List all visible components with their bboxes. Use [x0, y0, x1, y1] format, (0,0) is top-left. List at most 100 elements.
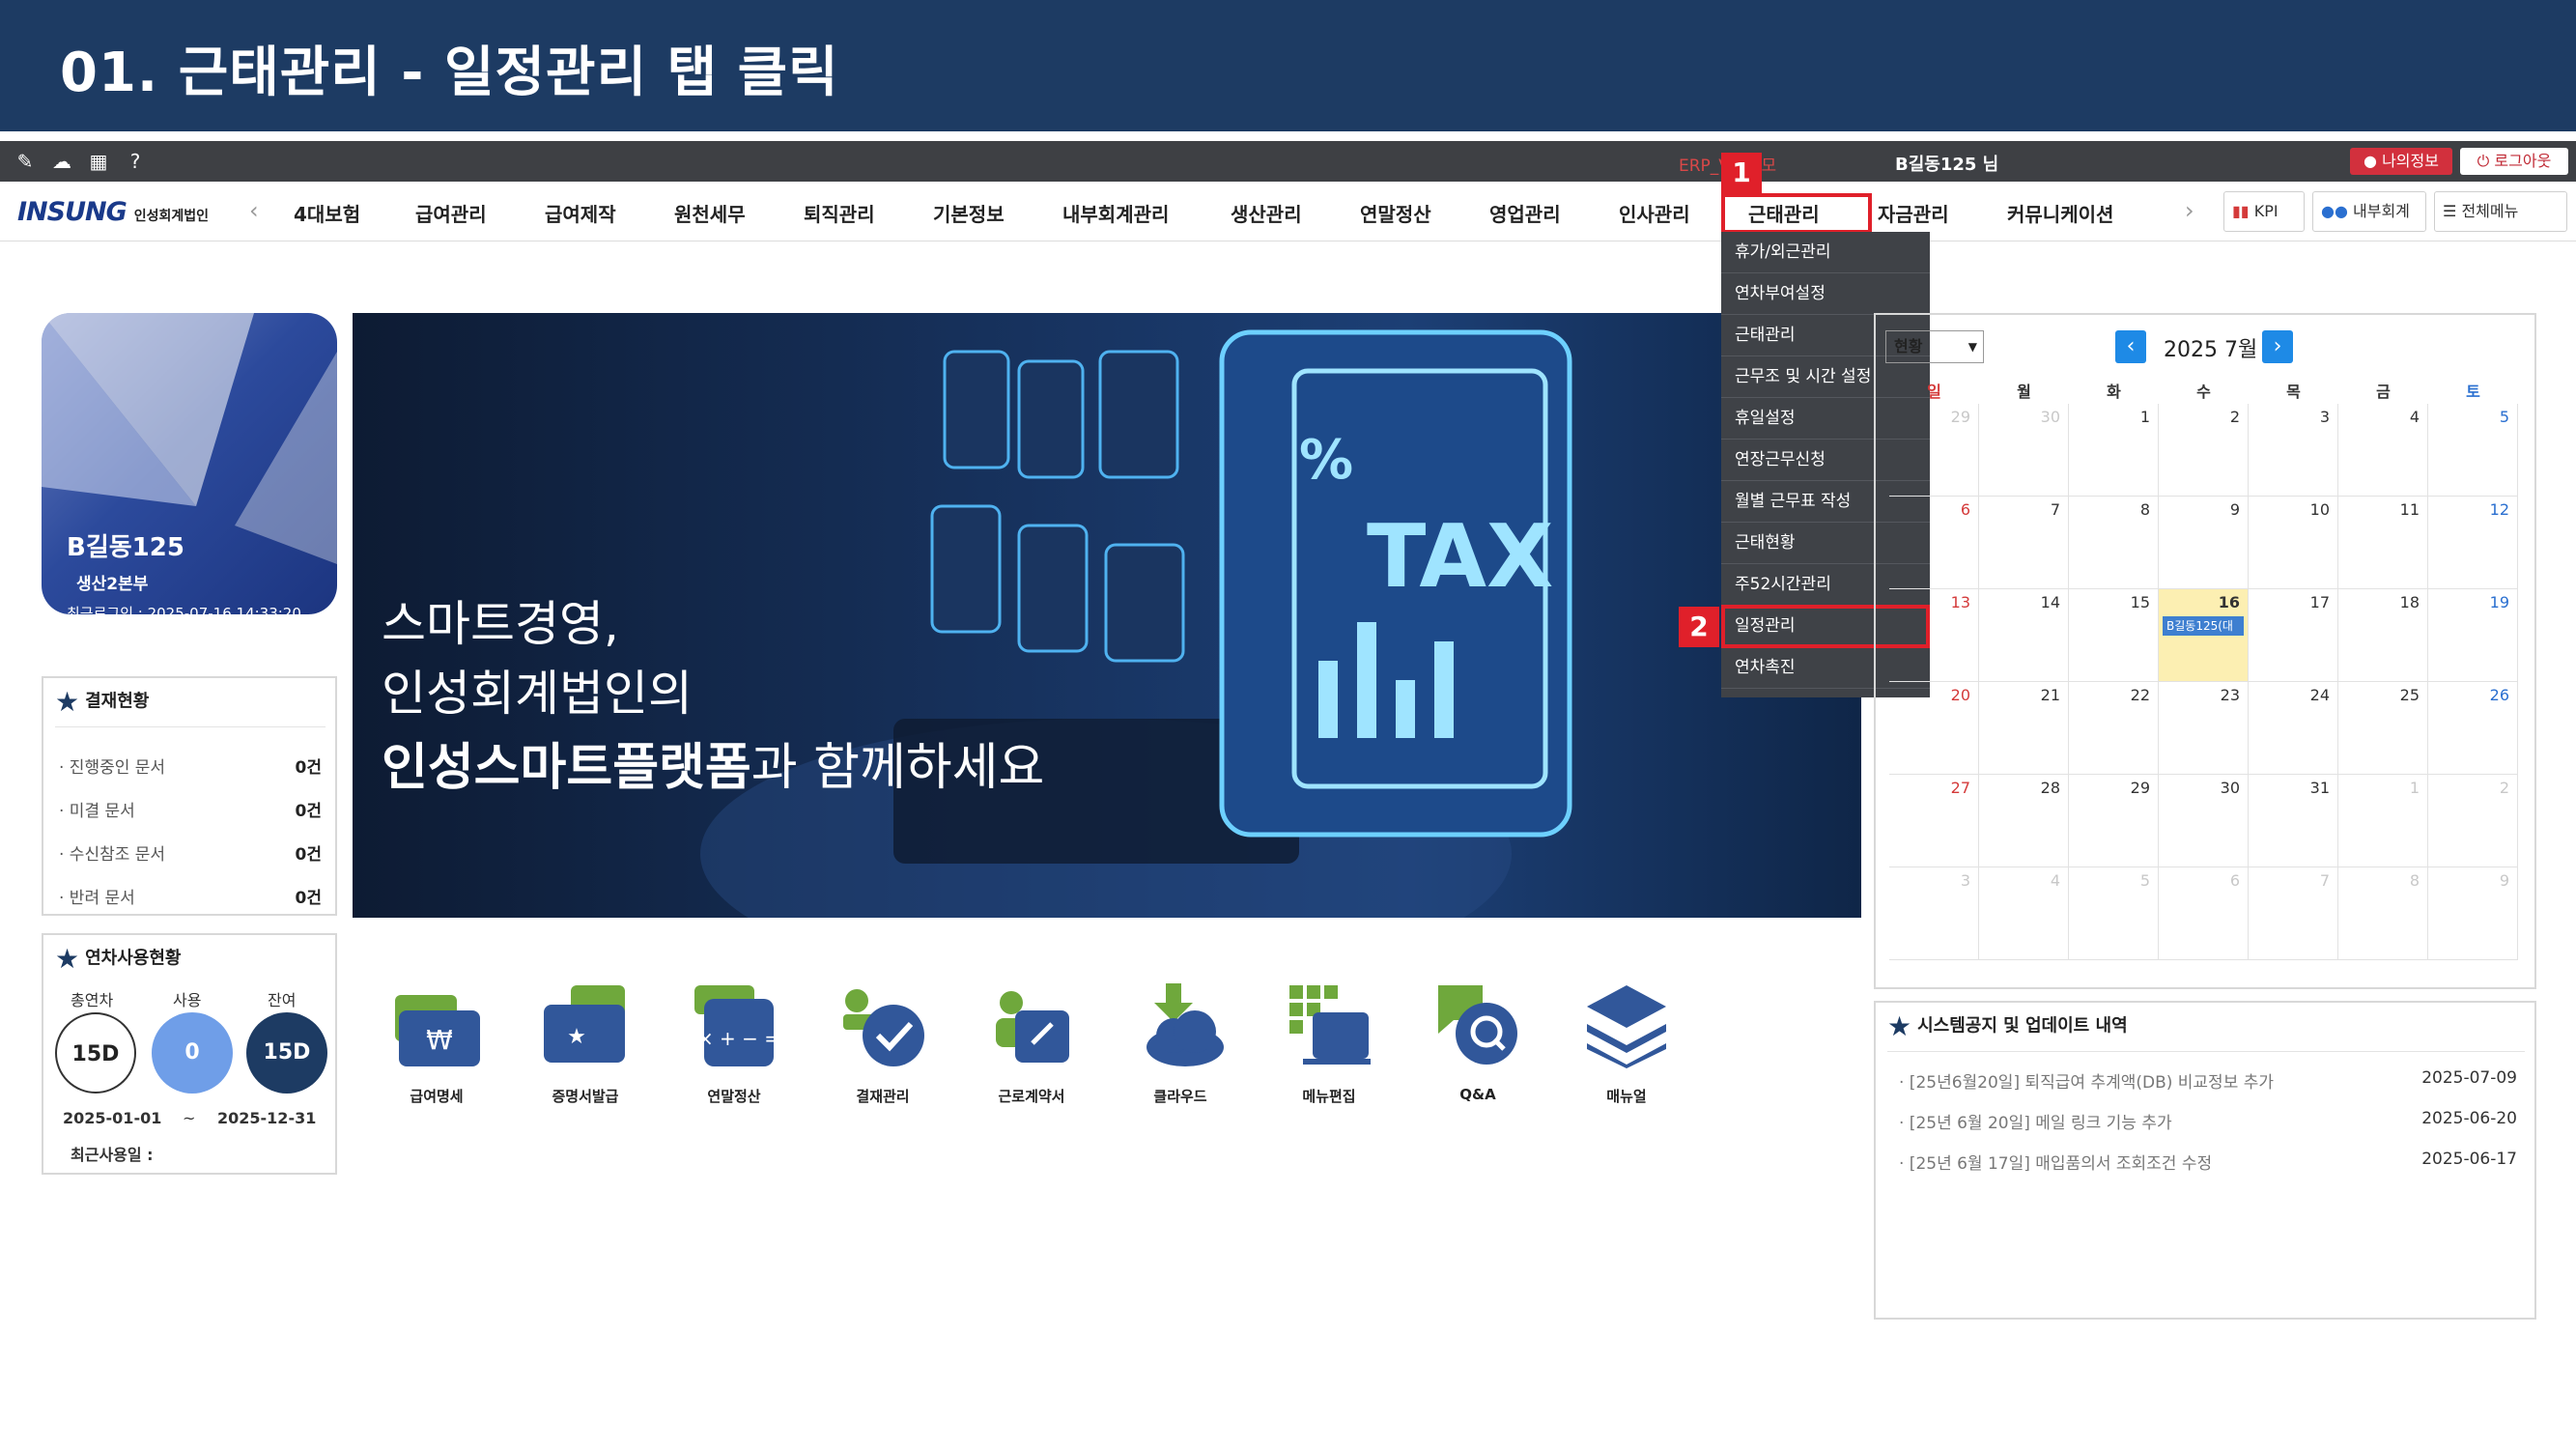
nav-item-payroll-manage[interactable]: 급여관리	[415, 199, 487, 227]
calendar-day[interactable]: 31	[2249, 775, 2338, 867]
calendar-day[interactable]: 29	[1889, 404, 1979, 497]
cloud-icon[interactable]: ☁	[50, 150, 73, 173]
nav-next-icon[interactable]: ›	[2185, 197, 2194, 224]
calendar-day[interactable]: 1	[2338, 775, 2428, 867]
quick-payslip[interactable]: ₩ 급여명세	[379, 981, 495, 1106]
calendar-day[interactable]: 25	[2338, 682, 2428, 775]
notice-row[interactable]: · [25년 6월 17일] 매입품의서 조회조건 수정 2025-06-17	[1899, 1150, 2517, 1174]
calendar-day[interactable]: 13	[1889, 589, 1979, 682]
calendar-day[interactable]: 10	[2249, 497, 2338, 589]
edit-icon[interactable]: ✎	[14, 150, 37, 173]
calendar-day[interactable]: 2	[2428, 775, 2518, 867]
kpi-button[interactable]: ▮▮ KPI	[2223, 191, 2305, 232]
quick-menu-edit[interactable]: 메뉴편집	[1271, 981, 1387, 1106]
company-logo[interactable]: INSUNG 인성회계법인	[17, 197, 209, 228]
nav-item-internal-accounting[interactable]: 내부회계관리	[1062, 199, 1169, 227]
notice-text: · [25년 6월 17일] 매입품의서 조회조건 수정	[1899, 1154, 2213, 1174]
calendar-day[interactable]: 2	[2159, 404, 2249, 497]
calendar-day[interactable]: 20	[1889, 682, 1979, 775]
calendar-day[interactable]: 29	[2069, 775, 2159, 867]
user-icon: ●	[2364, 152, 2383, 170]
calendar-day[interactable]: 3	[2249, 404, 2338, 497]
nav-item-communication[interactable]: 커뮤니케이션	[2007, 199, 2113, 227]
calendar-day[interactable]: 27	[1889, 775, 1979, 867]
quick-qna[interactable]: Q&A	[1420, 981, 1536, 1103]
calendar-day[interactable]: 19	[2428, 589, 2518, 682]
nav-item-4insurance[interactable]: 4대보험	[294, 199, 360, 227]
calendar-day[interactable]: 22	[2069, 682, 2159, 775]
nav-item-basic-info[interactable]: 기본정보	[933, 199, 1005, 227]
approval-row-undecided[interactable]: · 미결 문서 0건	[59, 797, 322, 821]
grid-icon[interactable]: ▦	[87, 150, 110, 173]
calendar-day[interactable]: 11	[2338, 497, 2428, 589]
notice-title-label: 시스템공지 및 업데이트 내역	[1917, 1015, 2128, 1037]
nav-item-sales[interactable]: 영업관리	[1489, 199, 1561, 227]
calendar-day[interactable]: 30	[1979, 404, 2069, 497]
my-info-label: 나의정보	[2382, 152, 2439, 170]
quick-certificate[interactable]: ★ 증명서발급	[527, 981, 643, 1106]
calendar-day[interactable]: 8	[2069, 497, 2159, 589]
calendar-day[interactable]: 7	[2249, 867, 2338, 960]
calendar-next-button[interactable]: ›	[2262, 330, 2293, 363]
calendar-dow: 토	[2466, 383, 2480, 401]
calendar-type-select[interactable]: 현황 ▼	[1885, 330, 1984, 363]
calendar-day[interactable]: 1	[2069, 404, 2159, 497]
calendar-day[interactable]: 18	[2338, 589, 2428, 682]
main-banner[interactable]: TAX % 스마트경영, 인성회계법인의 인성스마트플랫폼과 함께하세요	[353, 313, 1861, 918]
calendar-day[interactable]: 26	[2428, 682, 2518, 775]
all-menu-button[interactable]: ☰ 전체메뉴	[2434, 191, 2567, 232]
calendar-day[interactable]: 17	[2249, 589, 2338, 682]
quick-year-end[interactable]: × + − = 연말정산	[676, 981, 792, 1106]
calendar-day[interactable]: 7	[1979, 497, 2069, 589]
approval-row-rejected[interactable]: · 반려 문서 0건	[59, 884, 322, 908]
calendar-day[interactable]: 14	[1979, 589, 2069, 682]
internal-accounting-button[interactable]: ●● 내부회계	[2312, 191, 2426, 232]
calendar-day[interactable]: 16 B길동125(대	[2159, 589, 2249, 682]
nav-item-production[interactable]: 생산관리	[1231, 199, 1302, 227]
calendar-day[interactable]: 8	[2338, 867, 2428, 960]
my-info-button[interactable]: ● 나의정보	[2350, 148, 2452, 175]
help-icon[interactable]: ?	[124, 150, 147, 173]
logout-button[interactable]: ⏻ 로그아웃	[2460, 148, 2568, 175]
notice-row[interactable]: · [25년 6월 20일] 메일 링크 기능 추가 2025-06-20	[1899, 1109, 2517, 1133]
quick-contract[interactable]: 근로계약서	[974, 981, 1090, 1106]
nav-item-retirement[interactable]: 퇴직관리	[804, 199, 875, 227]
calendar-event[interactable]: B길동125(대	[2163, 616, 2244, 636]
approval-row-cc[interactable]: · 수신참조 문서 0건	[59, 840, 322, 865]
calendar-day[interactable]: 6	[1889, 497, 1979, 589]
calendar-day[interactable]: 4	[2338, 404, 2428, 497]
calendar-day[interactable]: 4	[1979, 867, 2069, 960]
nav-prev-icon[interactable]: ‹	[249, 197, 259, 224]
menu-item-annual-leave-setting[interactable]: 연차부여설정	[1721, 273, 1930, 315]
calendar-day[interactable]: 9	[2159, 497, 2249, 589]
quick-manual[interactable]: 매뉴얼	[1569, 981, 1684, 1106]
nav-item-year-end[interactable]: 연말정산	[1360, 199, 1431, 227]
approval-row-pending[interactable]: · 진행중인 문서 0건	[59, 753, 322, 778]
calendar-day[interactable]: 24	[2249, 682, 2338, 775]
nav-item-withholding[interactable]: 원천세무	[674, 199, 746, 227]
calendar-day[interactable]: 5	[2428, 404, 2518, 497]
star-icon: ★	[1887, 1010, 1912, 1042]
calendar-day[interactable]: 23	[2159, 682, 2249, 775]
calendar-day[interactable]: 15	[2069, 589, 2159, 682]
calendar-day[interactable]: 3	[1889, 867, 1979, 960]
quick-approval[interactable]: 결재관리	[825, 981, 941, 1106]
calendar-day[interactable]: 30	[2159, 775, 2249, 867]
calendar-day[interactable]: 12	[2428, 497, 2518, 589]
calendar-day[interactable]: 28	[1979, 775, 2069, 867]
nav-item-funds[interactable]: 자금관리	[1878, 199, 1949, 227]
nav-item-hr[interactable]: 인사관리	[1619, 199, 1690, 227]
notice-row[interactable]: · [25년6월20일] 퇴직급여 추계액(DB) 비교정보 추가 2025-07…	[1899, 1068, 2517, 1093]
calendar-day[interactable]: 6	[2159, 867, 2249, 960]
quick-cloud[interactable]: 클라우드	[1122, 981, 1238, 1106]
calendar-prev-button[interactable]: ‹	[2115, 330, 2146, 363]
leave-tilde: ~	[183, 1109, 196, 1127]
calendar-day[interactable]: 21	[1979, 682, 2069, 775]
calendar-day[interactable]: 9	[2428, 867, 2518, 960]
banner-tax-text: TAX	[1367, 506, 1554, 608]
menu-item-leave-outside[interactable]: 휴가/외근관리	[1721, 232, 1930, 273]
calendar-panel: 현황 ▼ ‹ 2025 7월 › 일 월 화 수 목 금 토 29 30 1 2 3 4 5 6 7 8 9 10 11…	[1874, 313, 2536, 989]
calendar-day-number: 26	[2489, 686, 2509, 704]
nav-item-payroll-make[interactable]: 급여제작	[545, 199, 616, 227]
calendar-day[interactable]: 5	[2069, 867, 2159, 960]
